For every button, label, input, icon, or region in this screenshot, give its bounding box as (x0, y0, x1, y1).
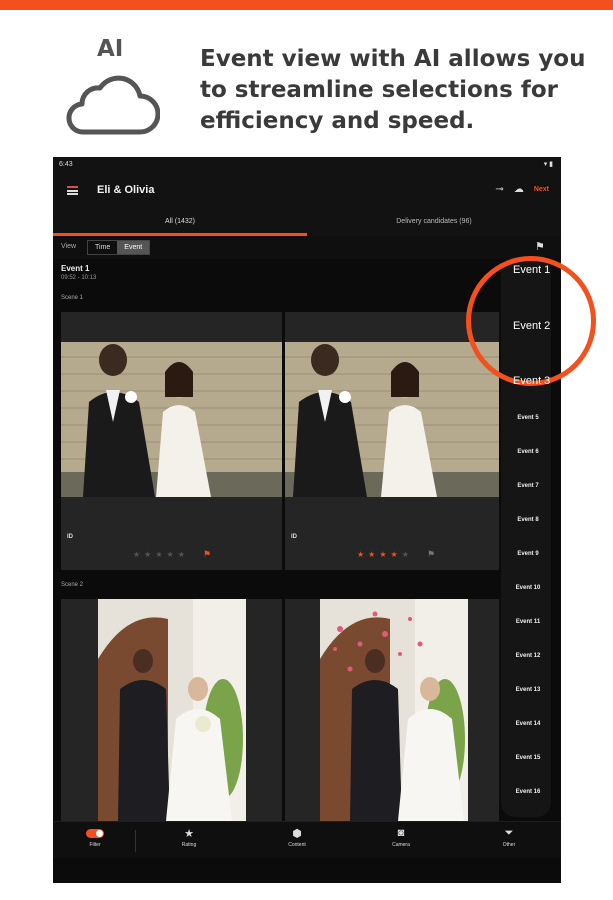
event-title: Event 1 (61, 264, 90, 273)
event-rail-item[interactable]: Event 8 (499, 517, 557, 523)
star-icon[interactable]: ★ (144, 550, 151, 559)
camera-icon: ◙ (397, 827, 405, 839)
star-icon[interactable]: ★ (357, 550, 364, 559)
photo-card[interactable]: ID ★ ★ ★ ★ ★ ⚑ (285, 312, 499, 570)
event-rail-item[interactable]: Event 10 (499, 585, 557, 591)
star-icon: ★ (184, 828, 194, 840)
event-rail-item[interactable]: Event 16 (499, 789, 557, 795)
event-rail-item[interactable]: Event 11 (499, 619, 557, 625)
flag-icon[interactable]: ⚑ (203, 549, 211, 560)
cloud-icon[interactable]: ☁ (514, 184, 524, 195)
flag-filter-icon[interactable]: ⚑ (535, 240, 547, 254)
event-rail-item[interactable]: Event 12 (499, 653, 557, 659)
view-option-time[interactable]: Time (88, 241, 117, 254)
star-icon[interactable]: ★ (178, 550, 185, 559)
flag-icon[interactable]: ⚑ (427, 549, 435, 560)
event-rail-item[interactable]: Event 15 (499, 755, 557, 761)
rating-stars[interactable]: ★ ★ ★ ★ ★ (357, 550, 409, 559)
top-accent-bar (0, 0, 613, 10)
photo-thumbnail[interactable] (320, 599, 468, 821)
view-option-event[interactable]: Event (117, 241, 150, 254)
event-rail-item[interactable]: Event 6 (499, 449, 557, 455)
scene-label: Scene 2 (61, 582, 84, 588)
scene-label: Scene 1 (61, 295, 84, 301)
star-icon[interactable]: ★ (133, 550, 140, 559)
star-icon[interactable]: ★ (155, 550, 162, 559)
nav-content[interactable]: ⬢ Content (257, 827, 337, 848)
link-icon[interactable]: ⊸ (495, 184, 503, 195)
view-toggle: Time Event (87, 240, 151, 255)
event-rail-item[interactable]: Event 9 (499, 551, 557, 557)
rating-stars[interactable]: ★ ★ ★ ★ ★ (133, 550, 185, 559)
star-icon[interactable]: ★ (391, 550, 398, 559)
star-icon[interactable]: ★ (379, 550, 386, 559)
next-button[interactable]: Next (534, 186, 549, 193)
menu-icon[interactable] (67, 186, 78, 195)
photo-thumbnail[interactable] (61, 342, 282, 497)
event-rail-item-highlighted[interactable]: Event 2 (513, 320, 550, 332)
tab-delivery-candidates[interactable]: Delivery candidates (96) (307, 209, 561, 236)
nav-other[interactable]: ⏷ Other (469, 827, 549, 848)
cube-icon: ⬢ (292, 828, 302, 840)
nav-filter[interactable]: Filter (55, 827, 135, 848)
toggle-icon[interactable] (86, 829, 104, 838)
star-icon[interactable]: ★ (368, 550, 375, 559)
bottom-navigation: Filter ★ Rating ⬢ Content ◙ Camera ⏷ Oth… (53, 821, 561, 858)
project-title: Eli & Olivia (97, 184, 155, 196)
tab-all[interactable]: All (1432) (53, 209, 307, 236)
promo-headline: Event view with AI allows you to streaml… (200, 46, 586, 134)
star-icon[interactable]: ★ (402, 550, 409, 559)
status-time: 6:43 (59, 161, 73, 168)
event-rail-item[interactable]: Event 14 (499, 721, 557, 727)
nav-label: Other (502, 842, 516, 848)
nav-rating[interactable]: ★ Rating (149, 827, 229, 848)
cloud-icon (66, 75, 160, 135)
photo-id-tag: ID (67, 534, 73, 540)
nav-label: Filter (89, 842, 101, 848)
photo-card[interactable] (285, 599, 499, 821)
photo-thumbnail[interactable] (285, 342, 499, 497)
view-label: View (61, 243, 77, 250)
status-icons: ▾ ▮ (543, 161, 553, 168)
nav-divider (135, 830, 136, 852)
photo-id-tag: ID (291, 534, 297, 540)
star-icon[interactable]: ★ (167, 550, 174, 559)
event-rail-item-highlighted[interactable]: Event 3 (513, 375, 550, 387)
event-rail-item[interactable]: Event 13 (499, 687, 557, 693)
event-rail-item[interactable]: Event 5 (499, 415, 557, 421)
app-bar: Eli & Olivia ⊸ ☁ Next (53, 173, 561, 209)
event-rail-item[interactable]: Event 7 (499, 483, 557, 489)
funnel-icon: ⏷ (504, 827, 514, 839)
nav-camera[interactable]: ◙ Camera (361, 827, 441, 848)
photo-card[interactable]: ID ★ ★ ★ ★ ★ ⚑ (61, 312, 282, 570)
photo-thumbnail[interactable] (98, 599, 246, 821)
photo-card[interactable] (61, 599, 282, 821)
view-row: View Time Event ⚑ (53, 236, 561, 259)
event-time: 09:52 - 10:13 (61, 275, 97, 281)
event-rail-item-highlighted[interactable]: Event 1 (513, 264, 550, 276)
tab-bar: All (1432) Delivery candidates (96) (53, 209, 561, 236)
ai-label: AI (97, 36, 124, 62)
nav-label: Camera (392, 842, 410, 848)
status-bar: 6:43 ▾ ▮ (53, 157, 561, 173)
nav-label: Content (288, 842, 306, 848)
nav-label: Rating (181, 842, 197, 848)
tablet-screen: 6:43 ▾ ▮ Eli & Olivia ⊸ ☁ Next All (1432… (53, 157, 561, 883)
